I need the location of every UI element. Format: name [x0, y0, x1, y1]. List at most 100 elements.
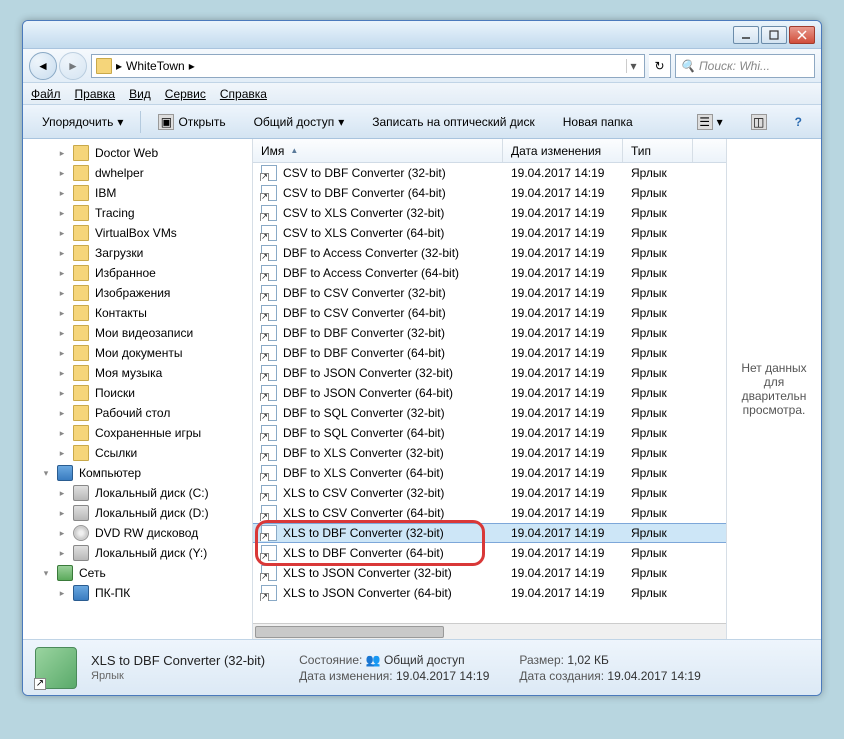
file-row[interactable]: DBF to Access Converter (32-bit)19.04.20…: [253, 243, 726, 263]
address-dropdown-icon[interactable]: ▾: [626, 59, 640, 73]
address-bar[interactable]: ▸ WhiteTown ▸ ▾: [91, 54, 645, 78]
expand-icon[interactable]: ▸: [57, 268, 67, 279]
expand-icon[interactable]: ▸: [57, 448, 67, 459]
file-row[interactable]: DBF to XLS Converter (64-bit)19.04.2017 …: [253, 463, 726, 483]
close-button[interactable]: [789, 26, 815, 44]
menu-view[interactable]: Вид: [129, 87, 151, 101]
menu-file[interactable]: Файл: [31, 87, 61, 101]
tree-item[interactable]: ▸Изображения: [23, 283, 252, 303]
help-button[interactable]: ?: [784, 110, 813, 134]
tree-item[interactable]: ▸ПК-ПК: [23, 583, 252, 603]
menu-tools[interactable]: Сервис: [165, 87, 206, 101]
expand-icon[interactable]: ▾: [41, 568, 51, 579]
menu-edit[interactable]: Правка: [75, 87, 116, 101]
tree-item-label: VirtualBox VMs: [95, 226, 177, 240]
back-button[interactable]: ◄: [29, 52, 57, 80]
file-rows[interactable]: CSV to DBF Converter (32-bit)19.04.2017 …: [253, 163, 726, 623]
minimize-button[interactable]: [733, 26, 759, 44]
tree-item[interactable]: ▸Локальный диск (C:): [23, 483, 252, 503]
file-row[interactable]: DBF to SQL Converter (64-bit)19.04.2017 …: [253, 423, 726, 443]
expand-icon[interactable]: ▸: [57, 228, 67, 239]
view-mode-button[interactable]: ☰▾: [686, 109, 734, 135]
file-row[interactable]: DBF to XLS Converter (32-bit)19.04.2017 …: [253, 443, 726, 463]
forward-button[interactable]: ►: [59, 52, 87, 80]
tree-item[interactable]: ▸Мои видеозаписи: [23, 323, 252, 343]
column-type[interactable]: Тип: [623, 139, 693, 162]
expand-icon[interactable]: ▸: [57, 148, 67, 159]
expand-icon[interactable]: ▸: [57, 588, 67, 599]
tree-item[interactable]: ▸Избранное: [23, 263, 252, 283]
file-row[interactable]: CSV to XLS Converter (64-bit)19.04.2017 …: [253, 223, 726, 243]
expand-icon[interactable]: ▸: [57, 288, 67, 299]
expand-icon[interactable]: ▸: [57, 328, 67, 339]
tree-item[interactable]: ▸Локальный диск (D:): [23, 503, 252, 523]
expand-icon[interactable]: ▸: [57, 548, 67, 559]
new-folder-button[interactable]: Новая папка: [552, 110, 644, 134]
file-row[interactable]: CSV to DBF Converter (64-bit)19.04.2017 …: [253, 183, 726, 203]
scrollbar-thumb[interactable]: [255, 626, 444, 638]
file-row[interactable]: XLS to JSON Converter (64-bit)19.04.2017…: [253, 583, 726, 603]
tree-item[interactable]: ▸IBM: [23, 183, 252, 203]
file-row[interactable]: XLS to DBF Converter (32-bit)19.04.2017 …: [253, 523, 726, 543]
folder-tree[interactable]: ▸Doctor Web▸dwhelper▸IBM▸Tracing▸Virtual…: [23, 139, 253, 639]
file-row[interactable]: DBF to DBF Converter (64-bit)19.04.2017 …: [253, 343, 726, 363]
file-row[interactable]: CSV to DBF Converter (32-bit)19.04.2017 …: [253, 163, 726, 183]
tree-item[interactable]: ▸Doctor Web: [23, 143, 252, 163]
file-row[interactable]: DBF to CSV Converter (64-bit)19.04.2017 …: [253, 303, 726, 323]
expand-icon[interactable]: ▸: [57, 188, 67, 199]
expand-icon[interactable]: ▸: [57, 528, 67, 539]
maximize-button[interactable]: [761, 26, 787, 44]
file-row[interactable]: DBF to CSV Converter (32-bit)19.04.2017 …: [253, 283, 726, 303]
expand-icon[interactable]: ▸: [57, 208, 67, 219]
file-row[interactable]: XLS to CSV Converter (32-bit)19.04.2017 …: [253, 483, 726, 503]
expand-icon[interactable]: ▸: [57, 388, 67, 399]
organize-button[interactable]: Упорядочить ▾: [31, 110, 134, 134]
horizontal-scrollbar[interactable]: [253, 623, 726, 639]
title-bar[interactable]: [23, 21, 821, 49]
tree-item[interactable]: ▸ VirtualBox VMs: [23, 223, 252, 243]
expand-icon[interactable]: ▸: [57, 428, 67, 439]
file-row[interactable]: CSV to XLS Converter (32-bit)19.04.2017 …: [253, 203, 726, 223]
expand-icon[interactable]: ▸: [57, 248, 67, 259]
tree-item[interactable]: ▸Ссылки: [23, 443, 252, 463]
expand-icon[interactable]: ▸: [57, 508, 67, 519]
file-row[interactable]: DBF to SQL Converter (32-bit)19.04.2017 …: [253, 403, 726, 423]
expand-icon[interactable]: ▸: [57, 348, 67, 359]
tree-item[interactable]: ▸Локальный диск (Y:): [23, 543, 252, 563]
search-input[interactable]: 🔍 Поиск: Whi...: [675, 54, 815, 78]
file-row[interactable]: DBF to JSON Converter (64-bit)19.04.2017…: [253, 383, 726, 403]
tree-item[interactable]: ▾Компьютер: [23, 463, 252, 483]
tree-item[interactable]: ▸Рабочий стол: [23, 403, 252, 423]
expand-icon[interactable]: ▸: [57, 408, 67, 419]
tree-item[interactable]: ▸Поиски: [23, 383, 252, 403]
share-button[interactable]: Общий доступ ▾: [243, 110, 356, 134]
tree-item[interactable]: ▸Мои документы: [23, 343, 252, 363]
refresh-button[interactable]: ↻: [649, 54, 671, 78]
expand-icon[interactable]: ▾: [41, 468, 51, 479]
expand-icon[interactable]: ▸: [57, 168, 67, 179]
tree-item[interactable]: ▸dwhelper: [23, 163, 252, 183]
column-name[interactable]: Имя▲: [253, 139, 503, 162]
tree-item[interactable]: ▸DVD RW дисковод: [23, 523, 252, 543]
column-date[interactable]: Дата изменения: [503, 139, 623, 162]
file-row[interactable]: DBF to Access Converter (64-bit)19.04.20…: [253, 263, 726, 283]
file-row[interactable]: DBF to DBF Converter (32-bit)19.04.2017 …: [253, 323, 726, 343]
tree-item[interactable]: ▸Контакты: [23, 303, 252, 323]
file-row[interactable]: XLS to CSV Converter (64-bit)19.04.2017 …: [253, 503, 726, 523]
tree-item[interactable]: ▸Сохраненные игры: [23, 423, 252, 443]
tree-item[interactable]: ▸Tracing: [23, 203, 252, 223]
tree-item[interactable]: ▸Загрузки: [23, 243, 252, 263]
open-button[interactable]: ▣Открыть: [147, 109, 236, 135]
file-date: 19.04.2017 14:19: [503, 486, 623, 500]
tree-item[interactable]: ▸Моя музыка: [23, 363, 252, 383]
expand-icon[interactable]: ▸: [57, 488, 67, 499]
file-row[interactable]: DBF to JSON Converter (32-bit)19.04.2017…: [253, 363, 726, 383]
menu-help[interactable]: Справка: [220, 87, 267, 101]
expand-icon[interactable]: ▸: [57, 308, 67, 319]
file-row[interactable]: XLS to DBF Converter (64-bit)19.04.2017 …: [253, 543, 726, 563]
tree-item[interactable]: ▾Сеть: [23, 563, 252, 583]
expand-icon[interactable]: ▸: [57, 368, 67, 379]
file-row[interactable]: XLS to JSON Converter (32-bit)19.04.2017…: [253, 563, 726, 583]
burn-button[interactable]: Записать на оптический диск: [361, 110, 546, 134]
preview-pane-button[interactable]: ◫: [740, 109, 778, 135]
